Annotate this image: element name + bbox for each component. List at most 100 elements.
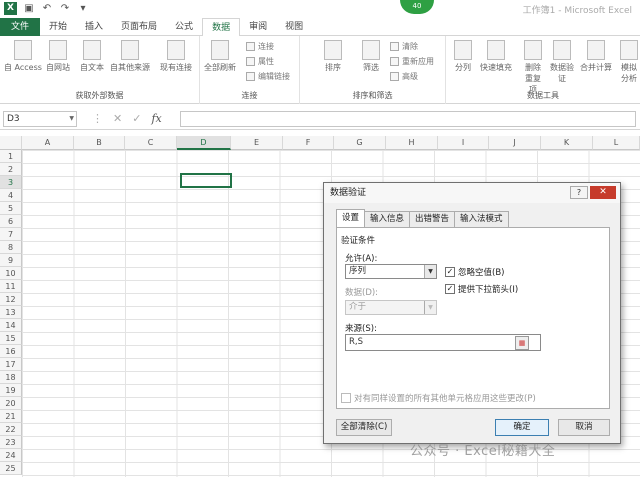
from-access-button[interactable]: 自 Access [4, 40, 42, 73]
consolidate-button[interactable]: 合并计算 [580, 40, 612, 73]
select-all-corner[interactable] [0, 136, 22, 150]
row-header[interactable]: 18 [0, 371, 22, 384]
column-header[interactable]: A [22, 136, 74, 150]
row-header[interactable]: 8 [0, 241, 22, 254]
edit-links-button[interactable]: 编辑链接 [246, 71, 290, 82]
row-header[interactable]: 13 [0, 306, 22, 319]
customize-qat-icon[interactable]: ▾ [77, 3, 89, 15]
row-header[interactable]: 3 [0, 176, 22, 189]
row-header[interactable]: 4 [0, 189, 22, 202]
row-header[interactable]: 14 [0, 319, 22, 332]
what-if-analysis-button[interactable]: 模拟分析 [618, 40, 640, 84]
row-header[interactable]: 7 [0, 228, 22, 241]
row-header[interactable]: 19 [0, 384, 22, 397]
tab-ime-mode[interactable]: 输入法模式 [454, 211, 509, 227]
row-header[interactable]: 11 [0, 280, 22, 293]
dialog-tabs: 设置 输入信息 出错警告 输入法模式 [336, 209, 509, 227]
properties-button[interactable]: 属性 [246, 56, 274, 67]
tab-home[interactable]: 开始 [40, 18, 76, 35]
column-header[interactable]: H [386, 136, 438, 150]
column-header[interactable]: C [125, 136, 177, 150]
column-header[interactable]: J [489, 136, 541, 150]
from-other-sources-button[interactable]: 自其他来源 [110, 40, 150, 73]
remove-duplicates-button[interactable]: 删除重复项 [522, 40, 544, 95]
tab-input-message[interactable]: 输入信息 [364, 211, 411, 227]
row-header[interactable]: 5 [0, 202, 22, 215]
flash-fill-icon [487, 40, 505, 60]
column-header[interactable]: F [283, 136, 334, 150]
sort-button[interactable]: 排序 [324, 40, 342, 73]
chevron-down-icon[interactable]: ▼ [69, 112, 74, 126]
filter-button[interactable]: 筛选 [362, 40, 380, 73]
tab-formulas[interactable]: 公式 [166, 18, 202, 35]
reapply-icon [390, 57, 399, 66]
row-header[interactable]: 12 [0, 293, 22, 306]
advanced-button[interactable]: 高级 [390, 71, 418, 82]
reapply-button[interactable]: 重新应用 [390, 56, 434, 67]
row-header[interactable]: 25 [0, 462, 22, 475]
cancel-button[interactable]: 取消 [558, 419, 610, 436]
column-header[interactable]: G [334, 136, 386, 150]
row-header[interactable]: 2 [0, 163, 22, 176]
row-header[interactable]: 24 [0, 449, 22, 462]
row-header[interactable]: 1 [0, 150, 22, 163]
clear-button[interactable]: 清除 [390, 41, 418, 52]
chevron-down-icon[interactable]: ▼ [424, 265, 436, 278]
column-header[interactable]: D [177, 136, 231, 150]
column-header[interactable]: B [74, 136, 125, 150]
watermark-text: 公众号 · Excel秘籍大全 [410, 444, 556, 459]
allow-select[interactable]: 序列 ▼ [345, 264, 437, 279]
tab-page-layout[interactable]: 页面布局 [112, 18, 166, 35]
row-header[interactable]: 9 [0, 254, 22, 267]
excel-logo-icon: X [4, 2, 17, 15]
refresh-all-button[interactable]: 全部刷新 [204, 40, 236, 73]
row-header[interactable]: 10 [0, 267, 22, 280]
settings-panel: 验证条件 允许(A): 序列 ▼ ✓ 忽略空值(B) ✓ 提供下拉箭头(I) 数… [336, 227, 610, 409]
row-header[interactable]: 21 [0, 410, 22, 423]
row-header[interactable]: 23 [0, 436, 22, 449]
row-header[interactable]: 20 [0, 397, 22, 410]
undo-icon[interactable]: ↶ [41, 3, 53, 15]
column-header[interactable]: I [438, 136, 489, 150]
column-header[interactable]: E [231, 136, 283, 150]
text-to-columns-button[interactable]: 分列 [454, 40, 472, 73]
from-text-button[interactable]: 自文本 [80, 40, 104, 73]
redo-icon[interactable]: ↷ [59, 3, 71, 15]
save-icon[interactable]: ▣ [23, 3, 35, 15]
apply-to-all-checkbox[interactable]: 对有同样设置的所有其他单元格应用这些更改(P) [341, 392, 536, 404]
source-input[interactable]: R,S [345, 334, 541, 351]
row-header[interactable]: 16 [0, 345, 22, 358]
row-header[interactable]: 6 [0, 215, 22, 228]
row-header[interactable]: 15 [0, 332, 22, 345]
enter-check-icon[interactable]: ✓ [132, 112, 141, 125]
from-web-button[interactable]: 自网站 [46, 40, 70, 73]
cancel-x-icon[interactable]: ✕ [113, 112, 122, 125]
tab-data[interactable]: 数据 [202, 18, 241, 37]
clear-all-button[interactable]: 全部清除(C) [336, 419, 392, 436]
formula-input[interactable] [180, 111, 636, 127]
column-header[interactable]: K [541, 136, 593, 150]
flash-fill-button[interactable]: 快速填充 [480, 40, 512, 73]
name-box[interactable]: D3 ▼ [3, 111, 77, 127]
existing-connections-button[interactable]: 现有连接 [160, 40, 192, 73]
data-validation-button[interactable]: 数据验证 [550, 40, 574, 84]
ignore-blank-checkbox[interactable]: ✓ 忽略空值(B) [445, 266, 504, 278]
column-header[interactable]: L [593, 136, 640, 150]
tab-file[interactable]: 文件 [0, 18, 40, 36]
range-select-icon[interactable]: ▦ [515, 336, 529, 350]
in-cell-dropdown-checkbox[interactable]: ✓ 提供下拉箭头(I) [445, 283, 518, 295]
group-label: 数据工具 [527, 91, 559, 100]
tab-view[interactable]: 视图 [276, 18, 312, 35]
tab-review[interactable]: 审阅 [240, 18, 276, 35]
help-button[interactable]: ? [570, 186, 588, 199]
insert-function-icon[interactable]: fx [151, 112, 161, 125]
tab-settings[interactable]: 设置 [336, 209, 366, 227]
close-button[interactable]: ✕ [590, 186, 616, 199]
active-cell-d3[interactable] [180, 173, 232, 188]
row-header[interactable]: 22 [0, 423, 22, 436]
tab-error-alert[interactable]: 出错警告 [409, 211, 456, 227]
tab-insert[interactable]: 插入 [76, 18, 112, 35]
ok-button[interactable]: 确定 [495, 419, 549, 436]
connections-button[interactable]: 连接 [246, 41, 274, 52]
row-header[interactable]: 17 [0, 358, 22, 371]
